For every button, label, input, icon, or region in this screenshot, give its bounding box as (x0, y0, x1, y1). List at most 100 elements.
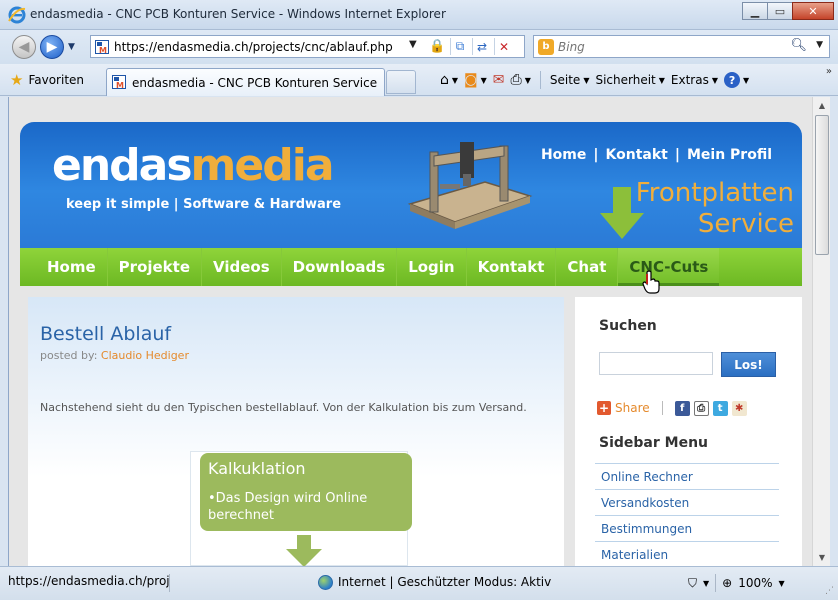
share-plus-icon[interactable]: + (597, 401, 611, 415)
post-author-link[interactable]: Claudio Hediger (101, 349, 189, 362)
toolbar-overflow-icon[interactable]: » (826, 66, 832, 77)
maximize-button[interactable]: ▭ (767, 2, 793, 20)
print-share-icon[interactable]: ⎙ (693, 400, 709, 416)
favorites-button[interactable]: ★ Favoriten (10, 70, 84, 90)
feeds-icon[interactable]: ◙ (464, 72, 478, 88)
page-viewport: endasmedia keep it simple | Software & H… (8, 97, 812, 566)
safety-menu[interactable]: Sicherheit (595, 73, 655, 87)
svg-text:M: M (116, 81, 124, 89)
twitter-icon[interactable]: t (712, 400, 728, 416)
protected-mode-dropdown-icon[interactable]: ▼ (703, 579, 709, 588)
top-link-kontakt[interactable]: Kontakt (606, 147, 668, 163)
nav-item-cnc-cuts[interactable]: CNC-Cuts (618, 248, 720, 286)
zoom-level[interactable]: 100% (738, 576, 772, 590)
protected-mode-icon[interactable]: ⛉ (688, 576, 697, 591)
post-meta: posted by: Claudio Hediger (40, 349, 189, 362)
compatibility-view-icon[interactable]: ⧉ (450, 38, 469, 55)
search-field[interactable]: b 🔍︎ ▼ (533, 35, 830, 58)
nav-item-home[interactable]: Home (36, 248, 108, 286)
history-dropdown-icon[interactable]: ▼ (68, 42, 75, 52)
sidebar: Suchen Los! + Share f ⎙ t ✱ Sidebar Menu… (575, 297, 802, 566)
security-zone[interactable]: Internet | Geschützter Modus: Aktiv (318, 573, 551, 591)
search-input[interactable] (558, 38, 788, 55)
vertical-scrollbar[interactable]: ▲ ▼ (812, 97, 830, 566)
share-link[interactable]: Share (615, 401, 650, 415)
mail-icon[interactable]: ✉ (493, 72, 505, 88)
cnc-machine-image (407, 142, 533, 229)
search-dropdown-icon[interactable]: ▼ (816, 40, 823, 50)
address-field[interactable]: M https://endasmedia.ch/projects/cnc/abl… (90, 35, 525, 58)
extras-menu[interactable]: Extras (671, 73, 709, 87)
home-icon[interactable]: ⌂ (440, 72, 449, 88)
globe-icon (318, 574, 333, 590)
nav-item-kontakt[interactable]: Kontakt (467, 248, 557, 286)
nav-item-projekte[interactable]: Projekte (108, 248, 203, 286)
window-controls: ▁ ▭ ✕ (742, 2, 834, 20)
browser-tab[interactable]: M endasmedia - CNC PCB Konturen Service (106, 68, 385, 96)
nav-item-chat[interactable]: Chat (556, 248, 619, 286)
page-menu[interactable]: Seite (550, 73, 580, 87)
site-logo[interactable]: endasmedia (52, 140, 335, 191)
banner-line-1: Frontplatten (635, 178, 794, 208)
post-title: Bestell Ablauf (40, 323, 172, 345)
zoom-dropdown-icon[interactable]: ▼ (779, 579, 785, 588)
sidebar-item-versandkosten[interactable]: Versandkosten (595, 490, 779, 516)
site-slogan: keep it simple | Software & Hardware (66, 197, 342, 212)
frontplatten-service-banner[interactable]: Frontplatten Service (636, 178, 794, 240)
close-window-button[interactable]: ✕ (792, 2, 834, 20)
extras-dropdown-icon[interactable]: ▼ (712, 76, 718, 85)
top-link-home[interactable]: Home (541, 147, 586, 163)
diagram-step-text: •Das Design wird Online berechnet (208, 491, 368, 523)
sidebar-item-online-rechner[interactable]: Online Rechner (595, 464, 779, 490)
home-dropdown-icon[interactable]: ▼ (452, 76, 458, 85)
sidebar-search-input[interactable] (599, 352, 713, 375)
sidebar-item-materialien[interactable]: Materialien (595, 542, 779, 566)
scroll-down-icon[interactable]: ▼ (814, 549, 830, 566)
post-intro: Nachstehend sieht du den Typischen beste… (40, 401, 527, 414)
print-icon[interactable]: ⎙ (511, 72, 522, 88)
top-links: Home | Kontakt | Mein Profil (540, 147, 772, 163)
sidebar-search-button[interactable]: Los! (721, 352, 776, 377)
forward-button[interactable]: ▶ (40, 35, 64, 59)
nav-item-login[interactable]: Login (397, 248, 467, 286)
resize-grip-icon[interactable]: ⋰ (825, 586, 834, 596)
refresh-icon[interactable]: ⇄ (472, 38, 491, 55)
diagram-arrow-icon (286, 535, 322, 566)
zoom-icon[interactable]: ⊕ (722, 576, 732, 590)
posted-by-label: posted by: (40, 349, 98, 362)
url-text[interactable]: https://endasmedia.ch/projects/cnc/ablau… (114, 40, 393, 54)
sidebar-menu: Online Rechner Versandkosten Bestimmunge… (595, 463, 779, 566)
facebook-icon[interactable]: f (674, 400, 690, 416)
sidebar-item-bestimmungen[interactable]: Bestimmungen (595, 516, 779, 542)
favorites-star-icon: ★ (10, 71, 24, 89)
website: endasmedia keep it simple | Software & H… (20, 122, 802, 566)
nav-item-videos[interactable]: Videos (202, 248, 282, 286)
status-bar: https://endasmedia.ch/projects/cnc/ablau… (0, 566, 838, 600)
feeds-dropdown-icon[interactable]: ▼ (481, 76, 487, 85)
banner-line-2: Service (697, 209, 794, 239)
safety-dropdown-icon[interactable]: ▼ (659, 76, 665, 85)
page-dropdown-icon[interactable]: ▼ (583, 76, 589, 85)
more-share-icon[interactable]: ✱ (731, 400, 747, 416)
lock-icon[interactable]: 🔒 (429, 39, 445, 54)
command-buttons: ⌂ ▼ ◙ ▼ ✉ ⎙ ▼ Seite ▼ Sicherheit ▼ Extras ▼ ? ▼ (440, 70, 749, 90)
print-dropdown-icon[interactable]: ▼ (525, 76, 531, 85)
scrollbar-thumb[interactable] (815, 115, 829, 255)
nav-item-downloads[interactable]: Downloads (282, 248, 398, 286)
stop-icon[interactable]: ✕ (494, 38, 513, 55)
help-dropdown-icon[interactable]: ▼ (743, 76, 749, 85)
help-icon[interactable]: ? (724, 72, 741, 88)
internet-explorer-icon (8, 6, 26, 24)
minimize-button[interactable]: ▁ (742, 2, 768, 20)
sidebar-search-title: Suchen (599, 318, 657, 334)
search-icon[interactable]: 🔍︎ (790, 38, 807, 53)
svg-text:M: M (99, 46, 107, 54)
favorites-label: Favoriten (28, 73, 85, 87)
scroll-up-icon[interactable]: ▲ (814, 97, 830, 114)
top-link-mein-profil[interactable]: Mein Profil (687, 147, 772, 163)
new-tab-button[interactable] (386, 70, 416, 94)
post: Bestell Ablauf posted by: Claudio Hedige… (28, 297, 564, 566)
site-header: endasmedia keep it simple | Software & H… (20, 122, 802, 248)
back-button[interactable]: ◀ (12, 35, 36, 59)
address-dropdown-icon[interactable]: ▼ (409, 39, 417, 50)
